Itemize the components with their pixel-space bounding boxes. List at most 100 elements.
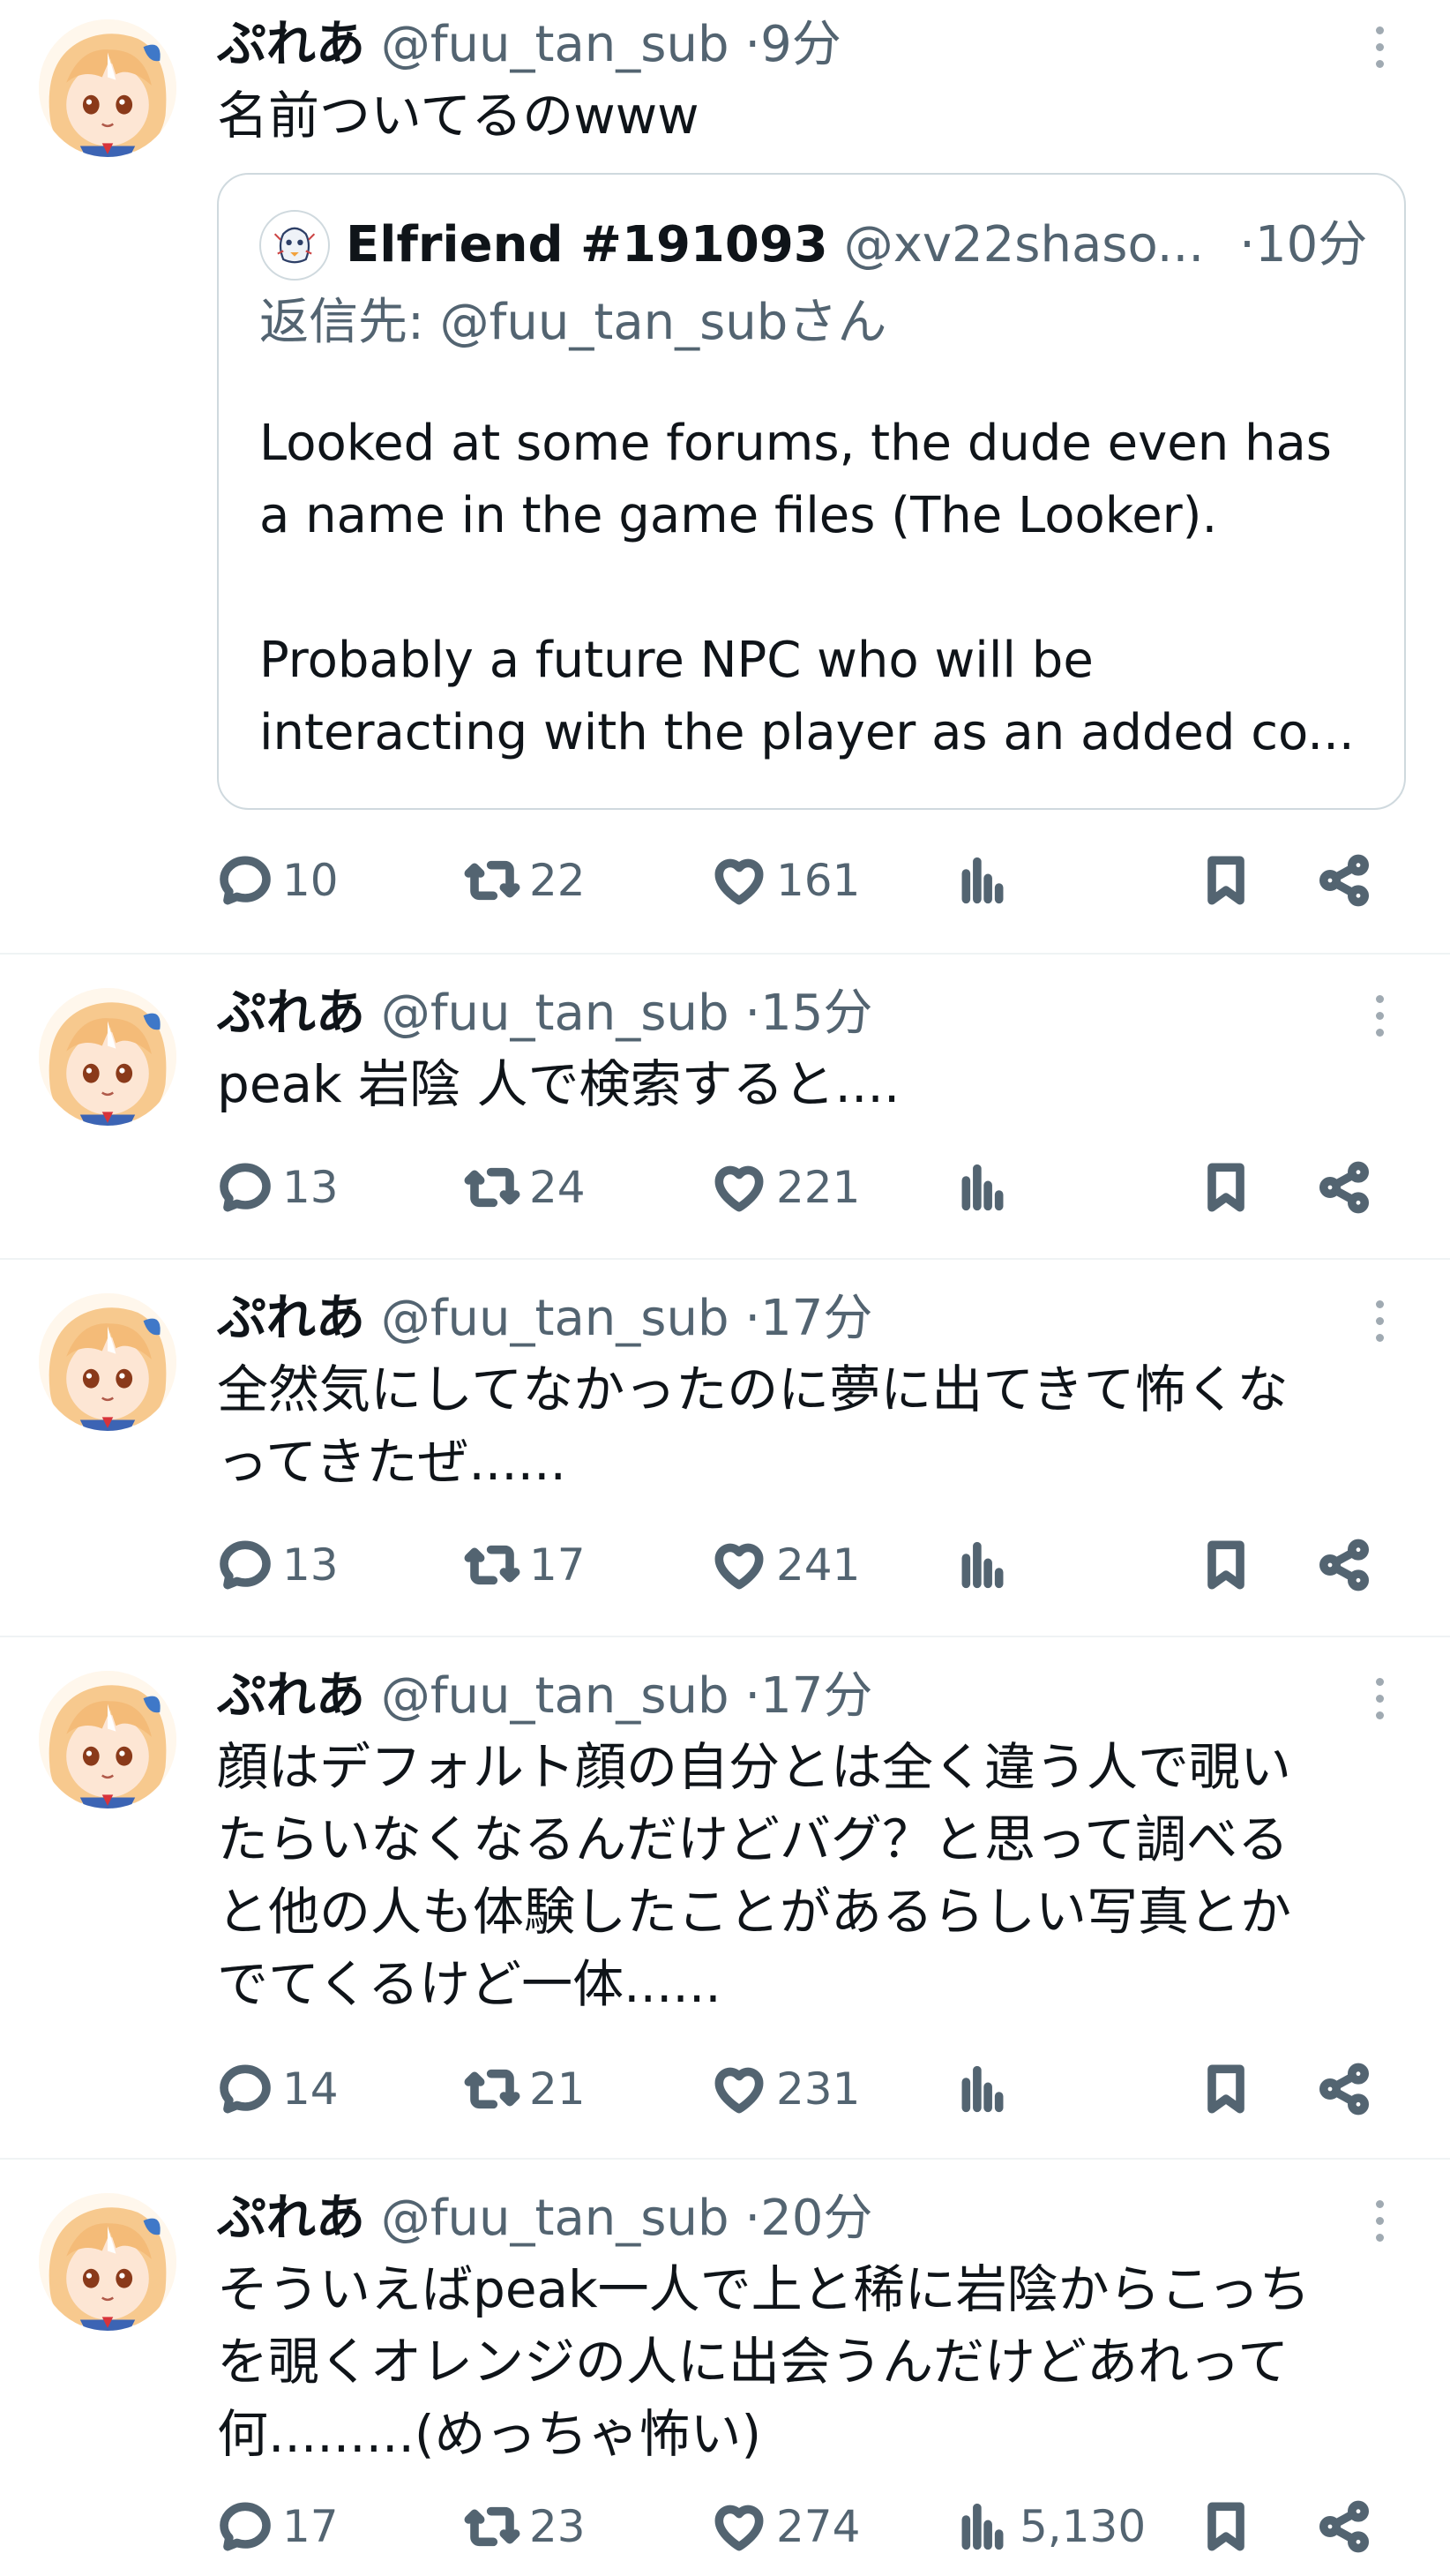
bookmark-button[interactable] xyxy=(1198,1152,1254,1223)
tweet-header: ぷれあ @fuu_tan_sub ·9分 xyxy=(217,14,1379,76)
display-name[interactable]: ぷれあ xyxy=(217,16,365,73)
share-nodes-icon xyxy=(1316,1537,1372,1593)
views-button[interactable] xyxy=(954,845,1020,916)
like-button[interactable]: 231 xyxy=(711,2054,860,2124)
timestamp[interactable]: 17分 xyxy=(760,1667,872,1725)
action-bar: 10 22 161 xyxy=(217,845,1379,916)
reply-count: 17 xyxy=(282,2501,339,2552)
share-button[interactable] xyxy=(1316,1530,1372,1600)
action-bar: 17 23 274 5,130 xyxy=(217,2491,1379,2562)
reply-button[interactable]: 17 xyxy=(217,2491,339,2562)
repost-count: 23 xyxy=(529,2501,586,2552)
display-name[interactable]: ぷれあ xyxy=(217,1667,365,1725)
tweet[interactable]: ぷれあ @fuu_tan_sub ·20分 そういえばpeak一人で上と稀に岩陰… xyxy=(0,2160,1450,2576)
bookmark-icon xyxy=(1198,852,1254,909)
quoted-display-name: Elfriend #191093 xyxy=(346,216,828,273)
repost-arrows-icon xyxy=(464,2498,520,2555)
repost-button[interactable]: 24 xyxy=(464,1152,586,1223)
share-button[interactable] xyxy=(1316,845,1372,916)
views-button[interactable]: 5,130 xyxy=(954,2491,1146,2562)
display-name[interactable]: ぷれあ xyxy=(217,985,365,1042)
more-vertical-icon[interactable] xyxy=(1371,26,1388,68)
views-button[interactable] xyxy=(954,2054,1020,2124)
action-bar: 14 21 231 xyxy=(217,2054,1379,2124)
tweet[interactable]: ぷれあ @fuu_tan_sub ·9分 名前ついてるのwww Elfriend… xyxy=(0,0,1450,955)
avatar[interactable] xyxy=(39,1293,176,1431)
speech-bubble-icon xyxy=(217,1159,273,1216)
tweet-text: peak 岩陰 人で検索すると.... xyxy=(217,1054,901,1114)
timestamp[interactable]: 17分 xyxy=(760,1290,872,1347)
heart-icon xyxy=(711,2498,767,2555)
speech-bubble-icon xyxy=(217,2498,273,2555)
avatar[interactable] xyxy=(39,19,176,157)
tweet-header: ぷれあ @fuu_tan_sub ·15分 xyxy=(217,983,1379,1045)
bookmark-button[interactable] xyxy=(1198,1530,1254,1600)
quoted-tweet[interactable]: Elfriend #191093 @xv22shaso... ·10分 返信先:… xyxy=(217,173,1406,810)
more-vertical-icon[interactable] xyxy=(1371,2200,1388,2242)
like-button[interactable]: 161 xyxy=(711,845,860,916)
quoted-timestamp: ·10分 xyxy=(1239,216,1368,273)
avatar[interactable] xyxy=(39,988,176,1126)
bar-chart-icon xyxy=(954,852,1011,909)
display-name[interactable]: ぷれあ xyxy=(217,1290,365,1347)
tweet[interactable]: ぷれあ @fuu_tan_sub ·17分 顔はデフォルト顔の自分とは全く違う人… xyxy=(0,1637,1450,2160)
tweet-text: そういえばpeak一人で上と稀に岩陰からこっち を覗くオレンジの人に出会うんだけ… xyxy=(217,2259,1311,2464)
bookmark-button[interactable] xyxy=(1198,2054,1254,2124)
tweet[interactable]: ぷれあ @fuu_tan_sub ·17分 全然気にしてなかったのに夢に出てきて… xyxy=(0,1260,1450,1637)
repost-button[interactable]: 22 xyxy=(464,845,586,916)
like-button[interactable]: 241 xyxy=(711,1530,860,1600)
bookmark-button[interactable] xyxy=(1198,845,1254,916)
more-vertical-icon[interactable] xyxy=(1371,1678,1388,1719)
timestamp[interactable]: 9分 xyxy=(760,16,841,73)
tweet-header: ぷれあ @fuu_tan_sub ·20分 xyxy=(217,2188,1379,2250)
avatar[interactable] xyxy=(39,1671,176,1808)
repost-arrows-icon xyxy=(464,1159,520,1216)
reply-button[interactable]: 10 xyxy=(217,845,339,916)
more-vertical-icon[interactable] xyxy=(1371,1300,1388,1342)
speech-bubble-icon xyxy=(217,852,273,909)
separator-dot: · xyxy=(744,1667,761,1725)
handle[interactable]: @fuu_tan_sub xyxy=(381,1290,729,1347)
separator-dot: · xyxy=(744,985,761,1042)
tweet-text: 名前ついてるのwww xyxy=(217,86,699,146)
separator-dot: · xyxy=(744,2190,761,2247)
share-button[interactable] xyxy=(1316,2054,1372,2124)
share-button[interactable] xyxy=(1316,1152,1372,1223)
more-vertical-icon[interactable] xyxy=(1371,995,1388,1037)
bar-chart-icon xyxy=(954,1159,1011,1216)
display-name[interactable]: ぷれあ xyxy=(217,2190,365,2247)
timestamp[interactable]: 15分 xyxy=(760,985,872,1042)
quoted-text: Looked at some forums, the dude even has… xyxy=(259,415,1355,761)
reply-button[interactable]: 13 xyxy=(217,1152,339,1223)
bookmark-icon xyxy=(1198,1159,1254,1216)
handle[interactable]: @fuu_tan_sub xyxy=(381,1667,729,1725)
share-button[interactable] xyxy=(1316,2491,1372,2562)
separator-dot: · xyxy=(744,16,761,73)
bookmark-icon xyxy=(1198,2498,1254,2555)
avatar[interactable] xyxy=(39,2193,176,2331)
like-count: 221 xyxy=(776,1162,861,1213)
tweet[interactable]: ぷれあ @fuu_tan_sub ·15分 peak 岩陰 人で検索すると...… xyxy=(0,955,1450,1260)
like-button[interactable]: 274 xyxy=(711,2491,860,2562)
like-button[interactable]: 221 xyxy=(711,1152,860,1223)
reply-button[interactable]: 13 xyxy=(217,1530,339,1600)
reply-count: 14 xyxy=(282,2063,339,2115)
heart-icon xyxy=(711,2061,767,2117)
action-bar: 13 24 221 xyxy=(217,1152,1379,1223)
speech-bubble-icon xyxy=(217,2061,273,2117)
tweet-header: ぷれあ @fuu_tan_sub ·17分 xyxy=(217,1288,1379,1350)
handle[interactable]: @fuu_tan_sub xyxy=(381,2190,729,2247)
heart-icon xyxy=(711,852,767,909)
handle[interactable]: @fuu_tan_sub xyxy=(381,985,729,1042)
repost-button[interactable]: 21 xyxy=(464,2054,586,2124)
handle[interactable]: @fuu_tan_sub xyxy=(381,16,729,73)
views-button[interactable] xyxy=(954,1530,1020,1600)
repost-button[interactable]: 23 xyxy=(464,2491,586,2562)
tweet-header: ぷれあ @fuu_tan_sub ·17分 xyxy=(217,1666,1379,1727)
reply-button[interactable]: 14 xyxy=(217,2054,339,2124)
views-button[interactable] xyxy=(954,1152,1020,1223)
bookmark-button[interactable] xyxy=(1198,2491,1254,2562)
timestamp[interactable]: 20分 xyxy=(760,2190,872,2247)
repost-button[interactable]: 17 xyxy=(464,1530,586,1600)
like-count: 161 xyxy=(776,855,861,906)
